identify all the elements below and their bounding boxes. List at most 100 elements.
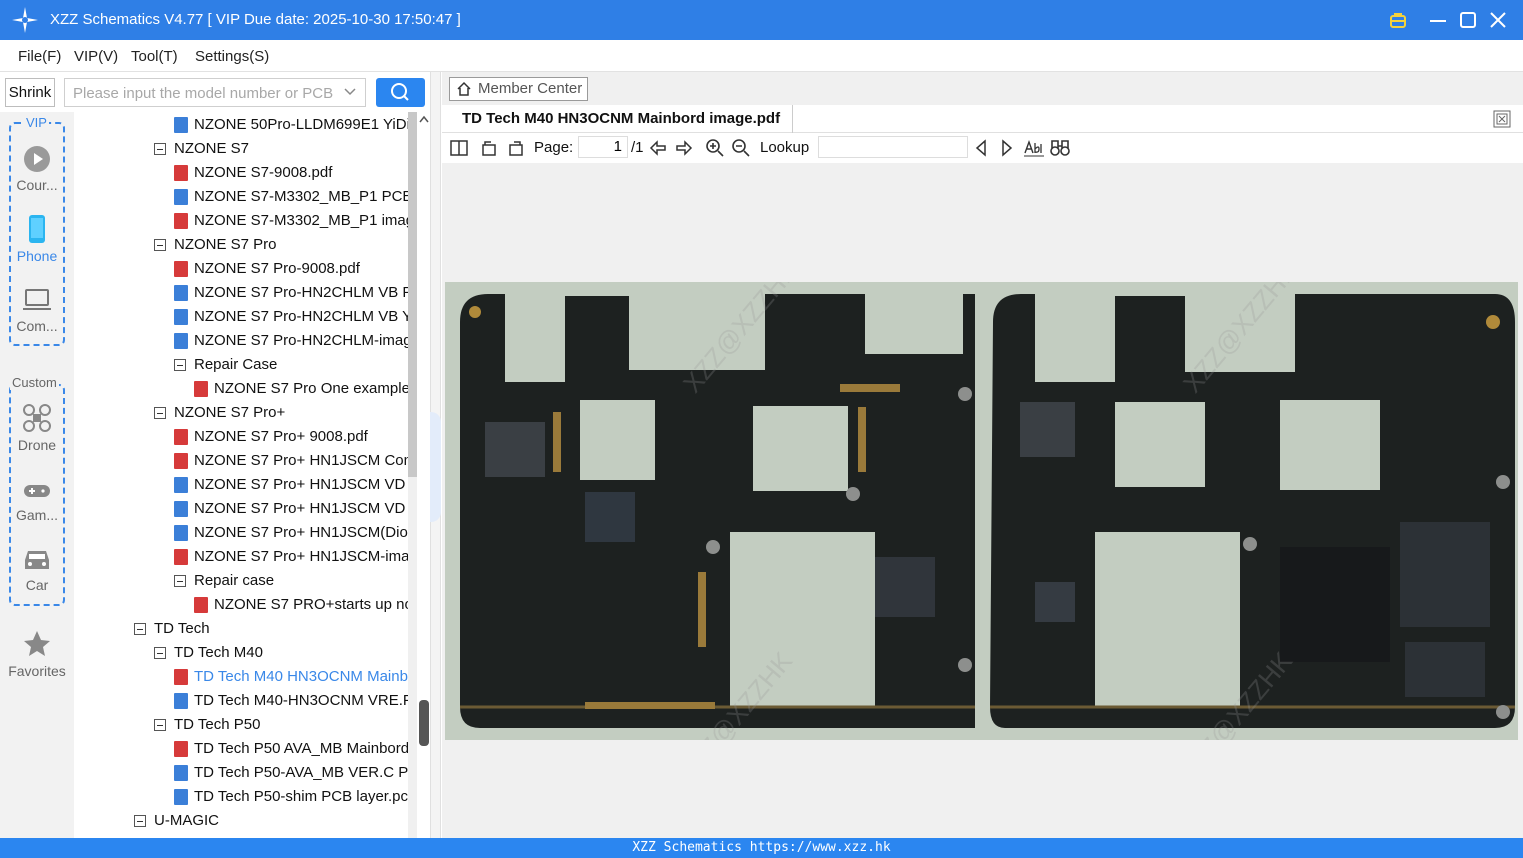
title-bar: XZZ Schematics V4.77 [ VIP Due date: 202…	[0, 0, 1523, 40]
collapse-toggle-icon[interactable]	[134, 815, 146, 827]
tree-item-label: NZONE S7 Pro One example	[214, 380, 410, 397]
search-icon	[391, 83, 409, 101]
scroll-up-icon[interactable]	[418, 114, 430, 124]
rotate-right-icon[interactable]	[506, 138, 526, 158]
pcb-file-icon	[174, 501, 188, 517]
car-icon	[25, 551, 49, 569]
member-center-label: Member Center	[478, 80, 583, 97]
page-label: Page:	[534, 139, 574, 156]
zoom-in-icon[interactable]	[705, 138, 725, 158]
next-page-icon[interactable]	[674, 138, 694, 158]
collapse-toggle-icon[interactable]	[154, 239, 166, 251]
tree-item-label: NZONE S7 Pro-HN2CHLM-imag	[194, 332, 412, 349]
pcb-mainboard-image[interactable]: XZZ@XZZHK XZZ@XZZHK XZZ@XZZHK XZZ@XZZHK	[445, 282, 1518, 740]
tree-item-label: NZONE S7 Pro-HN2CHLM VB Pi	[194, 284, 416, 301]
chevron-down-icon[interactable]	[343, 85, 357, 99]
menu-vip[interactable]: VIP(V)	[74, 48, 118, 65]
phone-icon	[29, 215, 45, 243]
tree-item-label: TD Tech M40 HN3OCNM Mainb	[194, 668, 408, 685]
tree-item-label: U-MAGIC	[154, 812, 219, 829]
tree-item-label: TD Tech P50-shim PCB layer.pcl	[194, 788, 412, 805]
collapse-toggle-icon[interactable]	[154, 647, 166, 659]
pdf-file-icon	[194, 381, 208, 397]
pcb-file-icon	[174, 525, 188, 541]
tree-item-label: NZONE S7 Pro+ 9008.pdf	[194, 428, 368, 445]
tree-item-label: NZONE S7 Pro+ HN1JSCM(Dioc	[194, 524, 416, 541]
vip-group-title: VIP	[24, 115, 49, 130]
collapse-toggle-icon[interactable]	[134, 623, 146, 635]
category-game[interactable]: Gam...	[0, 479, 74, 523]
minimize-icon[interactable]	[1426, 8, 1450, 32]
page-total: /1	[631, 139, 644, 156]
close-tabs-icon[interactable]	[1493, 110, 1511, 128]
vip-bag-icon[interactable]	[1386, 8, 1410, 32]
tree-scrollbar[interactable]	[408, 112, 417, 838]
pdf-file-icon	[174, 453, 188, 469]
document-viewer: Member Center TD Tech M40 HN3OCNM Mainbo…	[442, 72, 1523, 838]
category-phone[interactable]: Phone	[0, 214, 74, 264]
pdf-toolbar: Page: 1 /1 Lookup	[442, 133, 1523, 163]
model-search-combobox[interactable]: Please input the model number or PCB	[64, 78, 366, 107]
secondary-scrollbar[interactable]	[419, 700, 429, 746]
collapse-toggle-icon[interactable]	[174, 359, 186, 371]
category-drone[interactable]: Drone	[0, 403, 74, 453]
search-button[interactable]	[376, 78, 425, 107]
tree-item-label: NZONE S7 Pro+	[174, 404, 286, 421]
pdf-file-icon	[174, 549, 188, 565]
app-logo-icon	[12, 7, 38, 33]
close-icon[interactable]	[1486, 8, 1510, 32]
maximize-icon[interactable]	[1456, 8, 1480, 32]
play-circle-icon	[24, 146, 50, 172]
tree-item-label: Repair case	[194, 572, 275, 589]
favorites[interactable]: Favorites	[0, 629, 74, 679]
pcb-file-icon	[174, 693, 188, 709]
two-page-view-icon[interactable]	[449, 138, 469, 158]
collapse-panel-handle[interactable]	[430, 412, 441, 522]
find-next-icon[interactable]	[999, 138, 1015, 158]
menu-settings[interactable]: Settings(S)	[195, 48, 269, 65]
lookup-input[interactable]	[818, 136, 968, 158]
lookup-label: Lookup	[760, 139, 810, 156]
tree-item-label: TD Tech P50-AVA_MB VER.C PC	[194, 764, 417, 781]
member-center-button[interactable]: Member Center	[449, 77, 588, 101]
page-number-input[interactable]: 1	[578, 136, 628, 158]
panel-splitter[interactable]	[430, 72, 441, 838]
laptop-icon	[23, 289, 51, 310]
find-previous-icon[interactable]	[973, 138, 989, 158]
menu-file[interactable]: File(F)	[18, 48, 61, 65]
pcb-file-icon	[174, 477, 188, 493]
shrink-button[interactable]: Shrink	[5, 78, 55, 107]
category-phone-label: Phone	[16, 248, 58, 264]
tree-item-label: Repair Case	[194, 356, 278, 373]
category-rail: VIP Cour... Phone Com... Custom Drone Ga…	[0, 112, 74, 838]
pcb-file-icon	[174, 189, 188, 205]
tree-item-label: NZONE S7	[174, 140, 250, 157]
category-car-label: Car	[25, 577, 49, 593]
tree-item-label: NZONE S7 Pro-HN2CHLM VB Yi	[194, 308, 415, 325]
menu-tool[interactable]: Tool(T)	[131, 48, 178, 65]
tree-item-label: TD Tech P50	[174, 716, 261, 733]
pdf-file-icon	[174, 429, 188, 445]
tree-item-label: NZONE S7 Pro-9008.pdf	[194, 260, 360, 277]
category-course[interactable]: Cour...	[0, 145, 74, 193]
rotate-left-icon[interactable]	[479, 138, 499, 158]
window-title: XZZ Schematics V4.77 [ VIP Due date: 202…	[50, 11, 461, 28]
tree-item-label: NZONE S7 PRO+starts up no	[214, 596, 413, 613]
custom-group-title: Custom	[10, 375, 59, 390]
category-car[interactable]: Car	[0, 545, 74, 593]
collapse-toggle-icon[interactable]	[154, 143, 166, 155]
pcb-board-drawing	[460, 294, 1515, 728]
collapse-toggle-icon[interactable]	[174, 575, 186, 587]
binoculars-icon[interactable]	[1049, 138, 1071, 158]
document-tab-bar: TD Tech M40 HN3OCNM Mainbord image.pdf	[442, 105, 1523, 133]
tree-scrollbar-thumb[interactable]	[408, 112, 417, 477]
match-case-icon[interactable]	[1023, 138, 1045, 158]
collapse-toggle-icon[interactable]	[154, 719, 166, 731]
category-game-label: Gam...	[15, 507, 58, 523]
previous-page-icon[interactable]	[648, 138, 668, 158]
zoom-out-icon[interactable]	[731, 138, 751, 158]
category-computer[interactable]: Com...	[0, 286, 74, 334]
tree-item-label: TD Tech M40	[174, 644, 263, 661]
collapse-toggle-icon[interactable]	[154, 407, 166, 419]
tab-document[interactable]: TD Tech M40 HN3OCNM Mainbord image.pdf	[442, 105, 794, 133]
